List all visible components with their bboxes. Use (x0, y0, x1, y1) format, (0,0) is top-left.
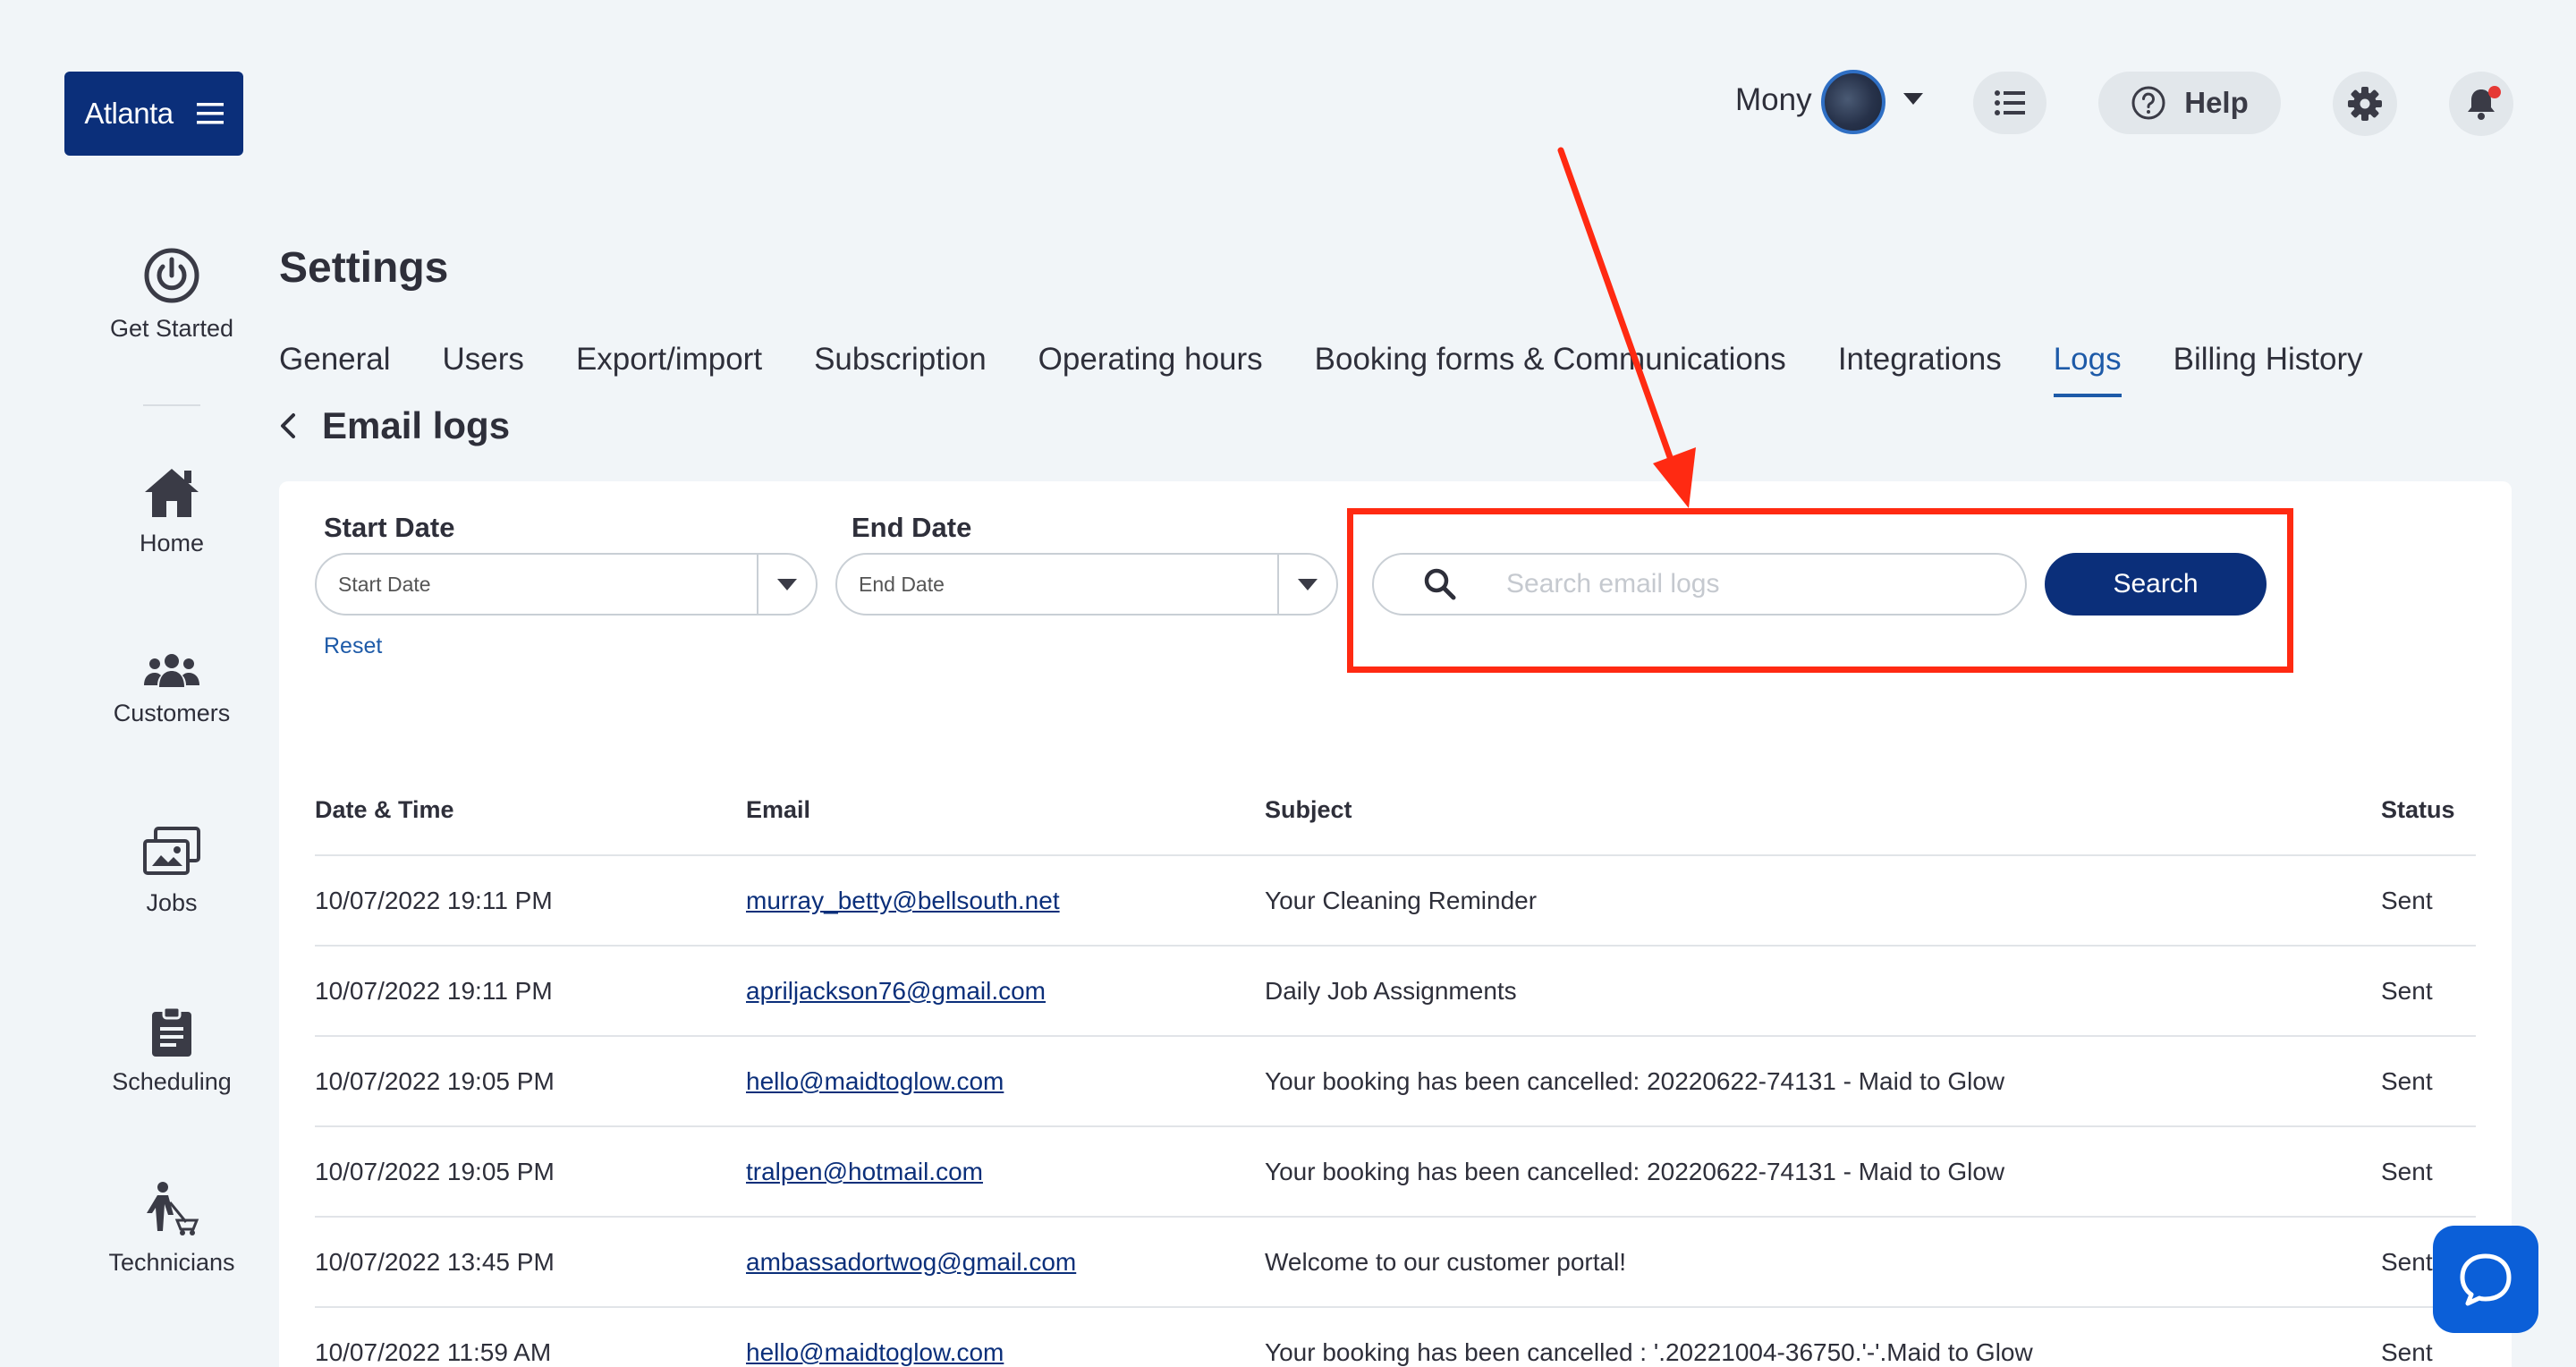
row-subject: Your booking has been cancelled: 2022062… (1265, 1067, 2005, 1095)
row-status: Sent (2381, 887, 2433, 914)
tab-general[interactable]: General (279, 342, 391, 397)
table-row: 10/07/2022 19:11 PM apriljackson76@gmail… (315, 945, 2476, 1035)
row-email-link[interactable]: hello@maidtoglow.com (746, 1067, 1004, 1096)
row-subject: Daily Job Assignments (1265, 977, 1517, 1005)
row-subject: Your booking has been cancelled : '.2022… (1265, 1338, 2033, 1366)
sidebar-item-home[interactable]: Home (80, 465, 263, 557)
hamburger-icon (196, 103, 224, 124)
clipboard-icon (152, 1006, 191, 1057)
sidebar-item-label: Get Started (109, 315, 234, 342)
row-status: Sent (2381, 1338, 2433, 1366)
row-email-link[interactable]: ambassadortwog@gmail.com (746, 1248, 1076, 1277)
column-header-email: Email (746, 796, 811, 823)
caret-down-icon[interactable] (1277, 555, 1336, 614)
start-date-select[interactable]: Start Date (315, 553, 818, 616)
row-email-link[interactable]: hello@maidtoglow.com (746, 1338, 1004, 1367)
sidebar-item-scheduling[interactable]: Scheduling (80, 1006, 263, 1096)
settings-tabs: General Users Export/import Subscription… (279, 342, 2363, 397)
home-icon (145, 469, 199, 517)
tab-billing-history[interactable]: Billing History (2174, 342, 2363, 397)
row-status: Sent (2381, 1067, 2433, 1095)
tab-logs[interactable]: Logs (2053, 342, 2122, 397)
row-status: Sent (2381, 977, 2433, 1005)
end-date-value: End Date (859, 572, 945, 596)
sidebar-item-customers[interactable]: Customers (80, 653, 263, 727)
tab-users[interactable]: Users (443, 342, 524, 397)
column-header-status: Status (2381, 796, 2455, 823)
question-icon (2131, 86, 2165, 120)
breadcrumb: Email logs (279, 404, 510, 447)
notification-badge (2488, 86, 2501, 98)
sidebar-item-label: Technicians (108, 1249, 235, 1276)
table-row: 10/07/2022 11:59 AM hello@maidtoglow.com… (315, 1306, 2476, 1367)
chevron-down-icon[interactable] (1903, 93, 1923, 105)
row-datetime: 10/07/2022 13:45 PM (315, 1248, 555, 1276)
chat-launcher-button[interactable] (2433, 1226, 2538, 1333)
help-label: Help (2184, 86, 2249, 119)
sidebar-item-label: Home (139, 530, 205, 556)
caret-down-icon[interactable] (757, 555, 816, 614)
column-header-datetime: Date & Time (315, 796, 454, 823)
end-date-select[interactable]: End Date (835, 553, 1338, 616)
gear-icon (2348, 87, 2382, 121)
sidebar-item-label: Scheduling (112, 1068, 232, 1095)
list-icon (1995, 90, 2025, 115)
tab-operating-hours[interactable]: Operating hours (1038, 342, 1263, 397)
row-subject: Welcome to our customer portal! (1265, 1248, 1627, 1276)
table-row: 10/07/2022 13:45 PM ambassadortwog@gmail… (315, 1216, 2476, 1306)
technician-icon (147, 1182, 199, 1235)
row-status: Sent (2381, 1158, 2433, 1185)
chat-icon (2460, 1253, 2512, 1306)
end-date-label: End Date (852, 512, 972, 543)
location-menu-button[interactable]: Atlanta (64, 72, 243, 156)
help-button[interactable]: Help (2098, 72, 2281, 134)
jobs-icon (143, 827, 200, 875)
row-datetime: 10/07/2022 11:59 AM (315, 1338, 552, 1366)
table-row: 10/07/2022 19:05 PM tralpen@hotmail.com … (315, 1125, 2476, 1216)
row-email-link[interactable]: tralpen@hotmail.com (746, 1158, 983, 1186)
reset-link[interactable]: Reset (324, 633, 382, 659)
start-date-label: Start Date (324, 512, 455, 543)
settings-button[interactable] (2333, 72, 2397, 136)
row-datetime: 10/07/2022 19:11 PM (315, 887, 553, 914)
section-title: Email logs (322, 404, 511, 446)
row-status: Sent (2381, 1248, 2433, 1276)
row-subject: Your booking has been cancelled: 2022062… (1265, 1158, 2005, 1185)
tab-booking-forms[interactable]: Booking forms & Communications (1315, 342, 1786, 397)
table-row: 10/07/2022 19:05 PM hello@maidtoglow.com… (315, 1035, 2476, 1125)
user-name[interactable]: Mony (1735, 82, 1812, 118)
power-icon (144, 248, 199, 303)
sidebar-item-label: Customers (113, 700, 231, 726)
table-row: 10/07/2022 19:11 PM murray_betty@bellsou… (315, 854, 2476, 945)
sidebar-item-technicians[interactable]: Technicians (80, 1181, 263, 1277)
row-email-link[interactable]: apriljackson76@gmail.com (746, 977, 1046, 1006)
row-email-link[interactable]: murray_betty@bellsouth.net (746, 887, 1060, 915)
row-datetime: 10/07/2022 19:11 PM (315, 977, 553, 1005)
column-header-subject: Subject (1265, 796, 1352, 823)
row-datetime: 10/07/2022 19:05 PM (315, 1158, 555, 1185)
notifications-button[interactable] (2449, 72, 2513, 136)
sidebar-divider (143, 404, 200, 406)
row-subject: Your Cleaning Reminder (1265, 887, 1538, 914)
tab-subscription[interactable]: Subscription (814, 342, 987, 397)
location-label: Atlanta (84, 97, 174, 130)
row-datetime: 10/07/2022 19:05 PM (315, 1067, 555, 1095)
chevron-left-icon[interactable] (279, 412, 297, 440)
avatar[interactable] (1821, 70, 1885, 134)
tab-export-import[interactable]: Export/import (576, 342, 762, 397)
users-icon (144, 654, 199, 687)
page-title: Settings (279, 244, 449, 292)
tab-integrations[interactable]: Integrations (1838, 342, 2002, 397)
task-list-button[interactable] (1973, 72, 2046, 134)
sidebar-item-get-started[interactable]: Get Started (80, 247, 263, 343)
sidebar-item-label: Jobs (146, 889, 198, 916)
annotation-highlight-box (1347, 508, 2293, 673)
sidebar-item-jobs[interactable]: Jobs (80, 827, 263, 917)
start-date-value: Start Date (338, 572, 431, 596)
